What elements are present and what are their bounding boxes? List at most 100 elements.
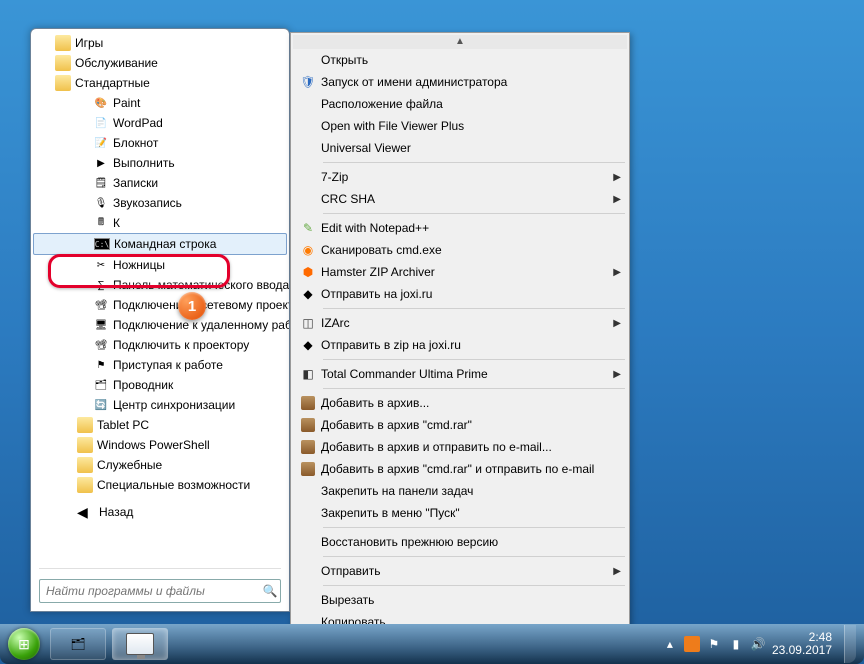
app-sticky[interactable]: 🗒Записки: [33, 173, 287, 193]
start-menu-panel: Игры Обслуживание Стандартные 🎨Paint 📄Wo…: [30, 28, 290, 612]
folder-icon: [77, 417, 93, 433]
ctx-label: Добавить в архив...: [321, 396, 429, 410]
folder-icon: [55, 75, 71, 91]
ctx-notepadpp[interactable]: ✎Edit with Notepad++: [293, 217, 627, 239]
app-label: Paint: [113, 96, 140, 110]
submenu-arrow-icon: ▶: [613, 318, 621, 329]
folder-icon: [55, 35, 71, 51]
taskbar-item-computer[interactable]: [112, 628, 168, 660]
math-icon: ∑: [93, 277, 109, 293]
app-rdp[interactable]: 🖥 Подключение к удаленному рабочему столу: [33, 315, 287, 335]
avast-icon: ◉: [295, 243, 321, 257]
ctx-label: Total Commander Ultima Prime: [321, 367, 488, 381]
app-recorder[interactable]: 🎙Звукозапись: [33, 193, 287, 213]
calc-icon: 🖩: [93, 215, 109, 231]
taskbar-item-explorer[interactable]: 🗂: [50, 628, 106, 660]
recorder-icon: 🎙: [93, 195, 109, 211]
ctx-hamster[interactable]: ⬢Hamster ZIP Archiver▶: [293, 261, 627, 283]
ctx-separator: [323, 585, 625, 586]
ctx-cut[interactable]: Вырезать: [293, 589, 627, 611]
ctx-izarc[interactable]: ◫IZArc ▶: [293, 312, 627, 334]
ctx-7zip[interactable]: 7-Zip▶: [293, 166, 627, 188]
winrar-icon: [295, 396, 321, 410]
folder-maintenance[interactable]: Обслуживание: [33, 53, 287, 73]
tray-app-icon[interactable]: [684, 636, 700, 652]
ctx-pin-taskbar[interactable]: Закрепить на панели задач: [293, 480, 627, 502]
totalcmd-icon: ◧: [295, 367, 321, 381]
app-label: Ножницы: [113, 258, 165, 272]
ctx-label: Добавить в архив и отправить по e-mail..…: [321, 440, 552, 454]
app-cmd[interactable]: C:\Командная строка: [33, 233, 287, 255]
ctx-totalcmd[interactable]: ◧Total Commander Ultima Prime▶: [293, 363, 627, 385]
back-button[interactable]: ◀Назад: [33, 501, 287, 523]
app-getstarted[interactable]: ⚑Приступая к работе: [33, 355, 287, 375]
app-explorer[interactable]: 🗂Проводник: [33, 375, 287, 395]
ctx-run-as-admin[interactable]: 🛡Запуск от имени администратора: [293, 71, 627, 93]
tray-volume-icon[interactable]: 🔊: [750, 636, 766, 652]
app-mathpanel[interactable]: ∑Панель математического ввода: [33, 275, 287, 295]
app-paint[interactable]: 🎨Paint: [33, 93, 287, 113]
show-desktop-button[interactable]: [844, 625, 856, 663]
folder-powershell[interactable]: Windows PowerShell: [33, 435, 287, 455]
folder-icon: [55, 55, 71, 71]
app-snip-cut[interactable]: ✂Ножницы: [33, 255, 287, 275]
ctx-send-to[interactable]: Отправить▶: [293, 560, 627, 582]
divider: [39, 568, 281, 569]
app-netproj[interactable]: 📽Подключение к сетевому проектору: [33, 295, 287, 315]
start-button[interactable]: [4, 624, 44, 664]
app-projector[interactable]: 📽Подключить к проектору: [33, 335, 287, 355]
folder-system[interactable]: Служебные: [33, 455, 287, 475]
ctx-separator: [323, 359, 625, 360]
ctx-joxi-zip[interactable]: ◆Отправить в zip на joxi.ru: [293, 334, 627, 356]
ctx-open[interactable]: Открыть: [293, 49, 627, 71]
tray-expand-icon[interactable]: ▴: [662, 636, 678, 652]
tray-network-icon[interactable]: ▮: [728, 636, 744, 652]
izarc-icon: ◫: [295, 316, 321, 330]
app-label: Приступая к работе: [113, 358, 223, 372]
rdp-icon: 🖥: [93, 317, 109, 333]
folder-accessories[interactable]: Стандартные: [33, 73, 287, 93]
netproj-icon: 📽: [93, 297, 109, 313]
folder-label: Windows PowerShell: [97, 438, 210, 452]
ctx-joxi[interactable]: ◆Отправить на joxi.ru: [293, 283, 627, 305]
ctx-file-location[interactable]: Расположение файла: [293, 93, 627, 115]
app-calc-cut[interactable]: 🖩К: [33, 213, 287, 233]
ctx-universalviewer[interactable]: Universal Viewer: [293, 137, 627, 159]
ctx-separator: [323, 162, 625, 163]
submenu-arrow-icon: ▶: [613, 267, 621, 278]
app-synccenter[interactable]: 🔄Центр синхронизации: [33, 395, 287, 415]
app-wordpad[interactable]: 📄WordPad: [33, 113, 287, 133]
ctx-scroll-up[interactable]: ▲: [293, 35, 627, 49]
search-input[interactable]: [40, 584, 260, 598]
ctx-avast-scan[interactable]: ◉Сканировать cmd.exe: [293, 239, 627, 261]
ctx-separator: [323, 388, 625, 389]
ctx-restore-prev[interactable]: Восстановить прежнюю версию: [293, 531, 627, 553]
ctx-rar-add[interactable]: Добавить в архив...: [293, 392, 627, 414]
sticky-icon: 🗒: [93, 175, 109, 191]
folder-icon: [77, 457, 93, 473]
ctx-rar-cmdrar-email[interactable]: Добавить в архив "cmd.rar" и отправить п…: [293, 458, 627, 480]
submenu-arrow-icon: ▶: [613, 566, 621, 577]
search-box[interactable]: 🔍: [39, 579, 281, 603]
app-notepad[interactable]: 📝Блокнот: [33, 133, 287, 153]
folder-games[interactable]: Игры: [33, 33, 287, 53]
ctx-rar-cmdrar[interactable]: Добавить в архив "cmd.rar": [293, 414, 627, 436]
app-run[interactable]: ▶Выполнить: [33, 153, 287, 173]
ctx-fileviewer[interactable]: Open with File Viewer Plus: [293, 115, 627, 137]
ctx-separator: [323, 527, 625, 528]
folder-tabletpc[interactable]: Tablet PC: [33, 415, 287, 435]
ctx-label: Восстановить прежнюю версию: [321, 535, 498, 549]
app-label: WordPad: [113, 116, 163, 130]
hamster-icon: ⬢: [295, 265, 321, 279]
ctx-rar-email[interactable]: Добавить в архив и отправить по e-mail..…: [293, 436, 627, 458]
ctx-label: IZArc: [321, 316, 350, 330]
tray-clock[interactable]: 2:48 23.09.2017: [772, 631, 832, 657]
app-label: Подключение к удаленному рабочему столу: [113, 318, 289, 332]
ctx-crcsha[interactable]: CRC SHA▶: [293, 188, 627, 210]
folder-accessibility[interactable]: Специальные возможности: [33, 475, 287, 495]
ctx-separator: [323, 308, 625, 309]
folder-label: Стандартные: [75, 76, 150, 90]
ctx-pin-start[interactable]: Закрепить в меню "Пуск": [293, 502, 627, 524]
tray-flag-icon[interactable]: ⚑: [706, 636, 722, 652]
folder-icon: [77, 437, 93, 453]
